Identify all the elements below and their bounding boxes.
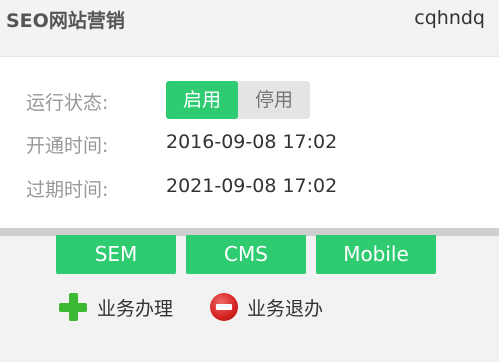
status-label: 运行状态:: [26, 92, 109, 114]
cms-button[interactable]: CMS: [186, 235, 306, 274]
status-on-button[interactable]: 启用: [166, 81, 238, 119]
status-off-button[interactable]: 停用: [238, 81, 310, 119]
business-handle-action[interactable]: 业务办理: [58, 292, 173, 322]
open-time-value: 2016-09-08 17:02: [166, 131, 338, 153]
business-handle-label: 业务办理: [97, 297, 174, 320]
status-toggle[interactable]: 启用 停用: [166, 81, 310, 119]
business-cancel-action[interactable]: 业务退办: [210, 292, 323, 322]
header-bar: SEO网站营销 cqhndq: [0, 0, 499, 44]
page-title: SEO网站营销: [6, 10, 125, 32]
expire-time-label: 过期时间:: [26, 179, 109, 201]
mobile-button[interactable]: Mobile: [316, 235, 436, 274]
username[interactable]: cqhndq: [414, 7, 485, 29]
open-time-label: 开通时间:: [26, 135, 109, 157]
minus-circle-icon: [210, 293, 238, 321]
business-cancel-label: 业务退办: [247, 297, 324, 320]
plus-icon: [58, 292, 88, 322]
sem-button[interactable]: SEM: [56, 235, 176, 274]
expire-time-value: 2021-09-08 17:02: [166, 175, 338, 197]
